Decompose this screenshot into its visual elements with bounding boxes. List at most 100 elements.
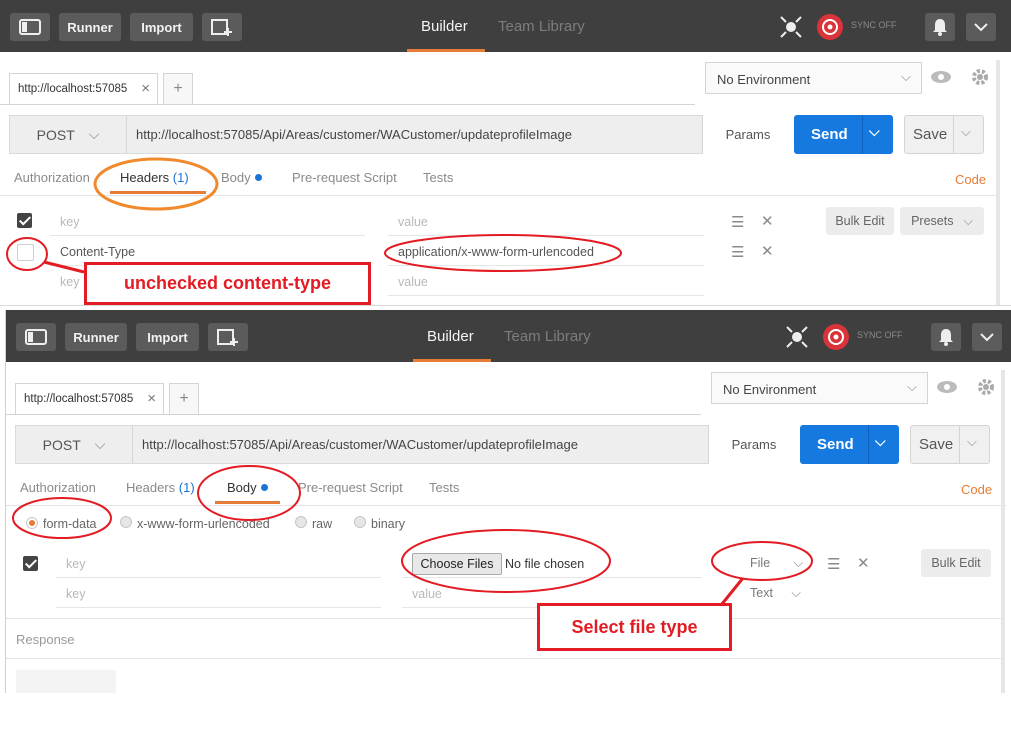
type-select-file[interactable]: File ⌵ <box>750 556 803 571</box>
chevron-down-icon[interactable]: ⌵ <box>869 123 880 140</box>
save-divider <box>959 426 960 463</box>
tab-body[interactable]: Body <box>221 170 262 185</box>
formdata-value-placeholder[interactable]: value <box>412 587 442 601</box>
notifications-button[interactable] <box>925 13 955 41</box>
binary-label[interactable]: binary <box>371 517 405 531</box>
formdata-select-all-checkbox[interactable] <box>23 556 38 571</box>
type-select-text[interactable]: Text ⌵ <box>750 586 801 601</box>
import-button[interactable]: Import <box>136 323 199 351</box>
sidebar-toggle-button[interactable] <box>10 13 50 41</box>
tab-builder[interactable]: Builder <box>421 18 468 35</box>
manage-environments-button[interactable] <box>965 62 995 92</box>
method-select[interactable]: POST ⌵ <box>10 116 127 153</box>
raw-radio[interactable] <box>295 516 307 528</box>
params-button[interactable]: Params <box>702 116 793 153</box>
reorder-icon[interactable]: ☰ <box>731 243 744 261</box>
header-key[interactable]: Content-Type <box>60 245 135 259</box>
new-window-button[interactable] <box>202 13 242 41</box>
form-data-label[interactable]: form-data <box>43 517 97 531</box>
request-tab[interactable]: http://localhost:57085 × <box>9 73 158 105</box>
tab-tests[interactable]: Tests <box>423 170 453 185</box>
code-link[interactable]: Code <box>961 482 992 497</box>
formdata-key-placeholder[interactable]: key <box>66 587 85 601</box>
bulk-edit-button[interactable]: Bulk Edit <box>826 207 894 235</box>
tab-prerequest-script[interactable]: Pre-request Script <box>292 170 397 185</box>
chevron-down-icon[interactable]: ⌵ <box>875 433 886 450</box>
close-icon[interactable]: ✕ <box>857 554 870 572</box>
request-tab[interactable]: http://localhost:57085 × <box>15 383 164 415</box>
content-type-checkbox[interactable] <box>17 244 34 261</box>
code-link[interactable]: Code <box>955 172 986 187</box>
close-icon[interactable]: × <box>147 390 156 407</box>
scrollbar[interactable] <box>996 60 1000 305</box>
headers-select-all-checkbox[interactable] <box>17 213 32 228</box>
close-icon[interactable]: ✕ <box>761 242 774 260</box>
tab-team-library[interactable]: Team Library <box>504 328 591 345</box>
tab-tests[interactable]: Tests <box>429 480 459 495</box>
send-button[interactable]: Send ⌵ <box>800 425 899 464</box>
header-key-placeholder[interactable]: key <box>60 275 79 289</box>
new-tab-button[interactable]: + <box>163 73 193 105</box>
environment-select[interactable]: No Environment ⌵ <box>705 62 922 94</box>
tab-prerequest-script[interactable]: Pre-request Script <box>298 480 403 495</box>
tab-builder[interactable]: Builder <box>427 328 474 345</box>
header-key-placeholder[interactable]: key <box>60 215 79 229</box>
environment-select[interactable]: No Environment ⌵ <box>711 372 928 404</box>
choose-files-button[interactable]: Choose Files <box>412 553 502 575</box>
tab-team-library[interactable]: Team Library <box>498 18 585 35</box>
header-value-placeholder[interactable]: value <box>398 275 428 289</box>
chevron-down-icon[interactable]: ⌵ <box>967 434 977 450</box>
urlencoded-radio[interactable] <box>120 516 132 528</box>
params-button[interactable]: Params <box>708 426 799 463</box>
header-value[interactable]: application/x-www-form-urlencoded <box>398 245 594 259</box>
sidebar-toggle-button[interactable] <box>16 323 56 351</box>
new-window-button[interactable] <box>208 323 248 351</box>
environment-preview-button[interactable] <box>926 62 956 92</box>
new-tab-button[interactable]: + <box>169 383 199 415</box>
chevron-down-icon: ⌵ <box>791 586 801 600</box>
tab-headers[interactable]: Headers (1) <box>126 480 195 495</box>
runner-button[interactable]: Runner <box>65 323 127 351</box>
save-button[interactable]: Save ⌵ <box>910 425 990 464</box>
runner-button[interactable]: Runner <box>59 13 121 41</box>
form-data-radio[interactable] <box>26 517 38 529</box>
type-file-label: File <box>750 556 771 570</box>
body-modified-dot <box>260 484 268 491</box>
urlencoded-label[interactable]: x-www-form-urlencoded <box>137 517 270 531</box>
settings-menu-button[interactable] <box>972 323 1002 351</box>
chevron-down-icon[interactable]: ⌵ <box>961 124 971 140</box>
url-input[interactable]: http://localhost:57085/Api/Areas/custome… <box>136 127 572 142</box>
import-button[interactable]: Import <box>130 13 193 41</box>
interceptor-icon[interactable] <box>777 13 805 41</box>
interceptor-icon[interactable] <box>783 323 811 351</box>
raw-label[interactable]: raw <box>312 517 332 531</box>
tab-authorization[interactable]: Authorization <box>20 480 96 495</box>
tab-headers[interactable]: Headers (1) <box>120 170 189 185</box>
tab-body[interactable]: Body <box>227 480 268 495</box>
scrollbar[interactable] <box>1001 370 1005 693</box>
plus-icon: + <box>173 80 183 97</box>
tab-authorization[interactable]: Authorization <box>14 170 90 185</box>
close-icon[interactable]: ✕ <box>761 212 774 230</box>
no-file-chosen-text: No file chosen <box>505 557 585 571</box>
environment-preview-button[interactable] <box>932 372 962 402</box>
save-button[interactable]: Save ⌵ <box>904 115 984 154</box>
bulk-edit-button[interactable]: Bulk Edit <box>921 549 991 577</box>
close-icon[interactable]: × <box>141 80 150 97</box>
formdata-key-placeholder[interactable]: key <box>66 557 85 571</box>
send-button[interactable]: Send ⌵ <box>794 115 893 154</box>
sync-icon[interactable] <box>821 322 851 352</box>
settings-menu-button[interactable] <box>966 13 996 41</box>
sync-icon[interactable] <box>815 12 845 42</box>
binary-radio[interactable] <box>354 516 366 528</box>
subtab-divider <box>6 505 1006 506</box>
url-input[interactable]: http://localhost:57085/Api/Areas/custome… <box>142 437 578 452</box>
reorder-icon[interactable]: ☰ <box>827 555 840 573</box>
presets-button[interactable]: Presets ⌵ <box>900 207 984 235</box>
tab-body-label: Body <box>221 170 251 185</box>
reorder-icon[interactable]: ☰ <box>731 213 744 231</box>
manage-environments-button[interactable] <box>971 372 1001 402</box>
notifications-button[interactable] <box>931 323 961 351</box>
header-value-placeholder[interactable]: value <box>398 215 428 229</box>
method-select[interactable]: POST ⌵ <box>16 426 133 463</box>
